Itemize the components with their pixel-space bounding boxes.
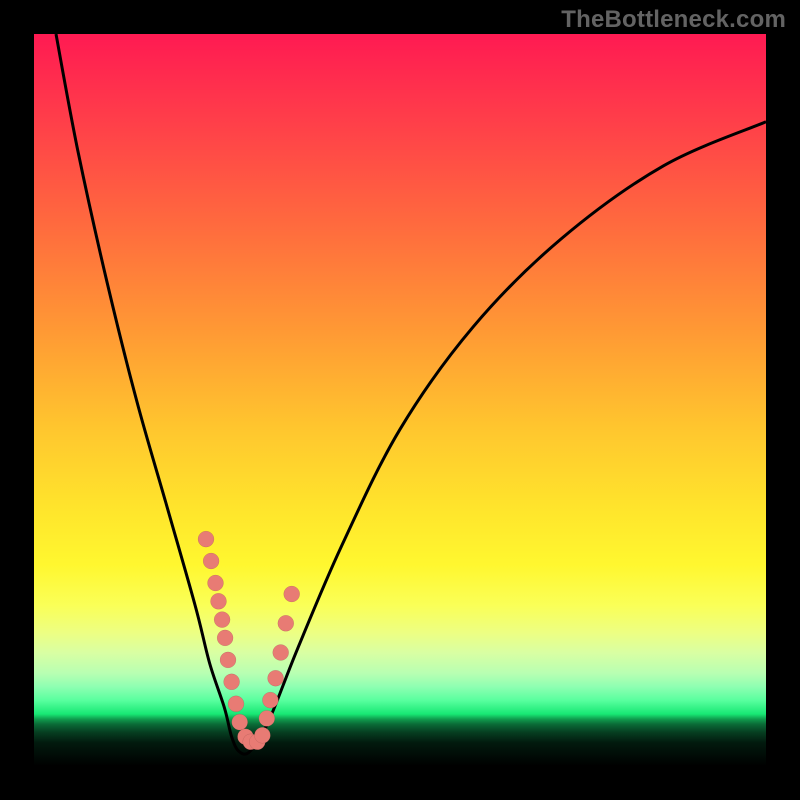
data-point	[208, 575, 224, 591]
data-point	[220, 652, 236, 668]
data-point	[273, 645, 289, 661]
data-point	[214, 612, 230, 628]
highlighted-points	[198, 531, 300, 750]
data-point	[254, 727, 270, 743]
data-point	[224, 674, 240, 690]
data-point	[198, 531, 214, 547]
data-point	[259, 710, 275, 726]
data-point	[211, 593, 227, 609]
chart-frame: TheBottleneck.com	[0, 0, 800, 800]
data-point	[228, 696, 244, 712]
data-point	[268, 670, 284, 686]
bottleneck-curve	[56, 34, 766, 754]
plot-area	[34, 34, 766, 766]
watermark-text: TheBottleneck.com	[561, 6, 786, 34]
data-point	[284, 586, 300, 602]
data-point	[262, 692, 278, 708]
data-point	[217, 630, 233, 646]
data-point	[203, 553, 219, 569]
data-point	[232, 714, 248, 730]
chart-svg	[34, 34, 766, 766]
data-point	[278, 615, 294, 631]
